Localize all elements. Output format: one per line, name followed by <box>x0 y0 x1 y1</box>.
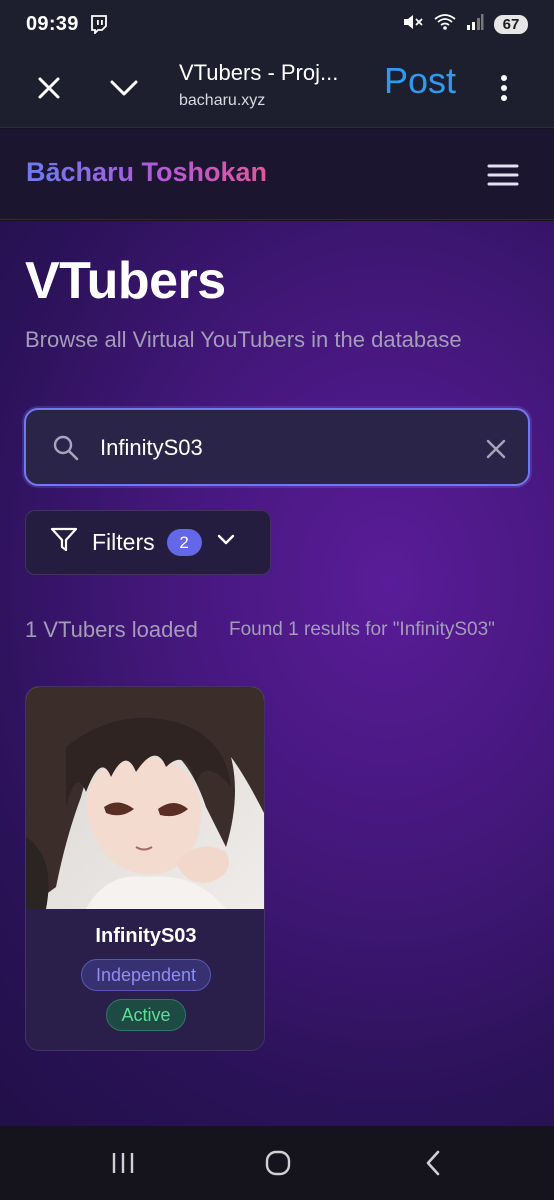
tab-title: VTubers - Proj... <box>179 60 339 85</box>
main-content: VTubers Browse all Virtual YouTubers in … <box>0 221 554 1126</box>
menu-button[interactable] <box>481 153 525 197</box>
home-icon <box>265 1150 291 1176</box>
filter-icon <box>50 527 78 558</box>
status-bar: 09:39 67 <box>0 0 554 48</box>
screen: 09:39 67 VTubers - Proj... bacharu.xyz P… <box>0 0 554 1200</box>
expand-toolbar-button[interactable] <box>102 66 146 110</box>
back-button[interactable] <box>411 1141 455 1185</box>
recents-button[interactable] <box>101 1141 145 1185</box>
close-icon <box>486 439 506 459</box>
status-badge: Active <box>106 999 186 1031</box>
home-button[interactable] <box>256 1141 300 1185</box>
mute-icon <box>402 12 424 37</box>
site-header: Bācharu Toshokan <box>0 129 554 220</box>
vtuber-name: InfinityS03 <box>95 925 197 947</box>
filters-button[interactable]: Filters 2 <box>25 510 271 575</box>
site-logo[interactable]: Bācharu Toshokan <box>26 157 267 188</box>
search-icon <box>52 434 80 467</box>
close-icon <box>38 77 60 99</box>
filters-label: Filters <box>92 529 155 555</box>
page-url: bacharu.xyz <box>179 92 266 109</box>
vtuber-card[interactable]: InfinityS03 Independent Active <box>25 686 265 1051</box>
loaded-count: 1 VTubers loaded <box>25 617 198 642</box>
page-title: VTubers <box>25 252 226 310</box>
more-options-button[interactable] <box>482 66 526 110</box>
page-subtitle: Browse all Virtual YouTubers in the data… <box>25 327 462 352</box>
signal-icon <box>466 13 484 36</box>
chevron-down-icon <box>110 80 138 96</box>
browser-toolbar: VTubers - Proj... bacharu.xyz Post <box>0 48 554 128</box>
clear-search-button[interactable] <box>476 429 516 469</box>
results-summary: Found 1 results for "InfinityS03" <box>229 619 495 640</box>
twitch-icon <box>89 14 109 36</box>
chevron-down-icon <box>216 533 236 552</box>
page-info[interactable]: VTubers - Proj... bacharu.xyz <box>179 60 369 110</box>
wifi-icon <box>434 12 456 37</box>
battery-indicator: 67 <box>494 14 528 34</box>
system-nav-bar <box>0 1126 554 1200</box>
status-time: 09:39 <box>26 12 79 35</box>
hamburger-icon <box>487 164 519 186</box>
status-icons: 67 <box>402 12 528 37</box>
affiliation-badge: Independent <box>81 959 211 991</box>
vtuber-avatar-image <box>26 687 264 909</box>
recents-icon <box>112 1153 134 1173</box>
post-button[interactable]: Post <box>384 60 456 102</box>
search-box <box>24 408 530 486</box>
search-input[interactable] <box>100 430 460 466</box>
back-icon <box>426 1150 440 1176</box>
close-tab-button[interactable] <box>27 66 71 110</box>
more-vert-icon <box>501 75 507 101</box>
filters-count-badge: 2 <box>166 529 202 556</box>
